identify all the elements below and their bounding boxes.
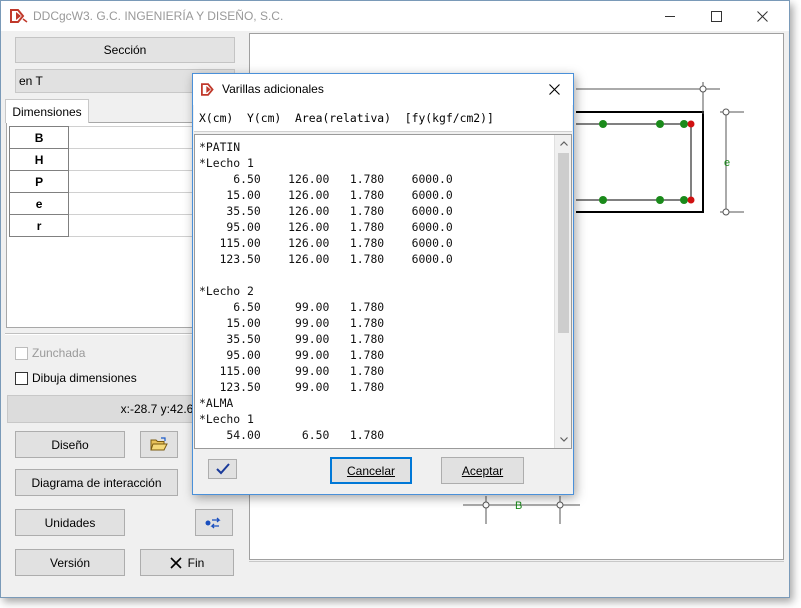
dialog-title-bar: Varillas adicionales xyxy=(193,74,573,105)
text-line: 6.50 99.00 1.780 xyxy=(199,300,385,314)
window-title: DDCgcW3. G.C. INGENIERÍA Y DISEÑO, S.C. xyxy=(33,9,284,23)
checkbox-box xyxy=(15,346,28,360)
scroll-up-button[interactable] xyxy=(555,135,571,152)
title-bar: DDCgcW3. G.C. INGENIERÍA Y DISEÑO, S.C. xyxy=(1,1,789,31)
fin-label: Fin xyxy=(187,555,205,570)
fin-button[interactable]: Fin xyxy=(140,549,234,576)
text-line: 6.50 126.00 1.780 6000.0 xyxy=(199,172,453,186)
maximize-icon xyxy=(710,10,722,22)
version-button[interactable]: Versión xyxy=(15,549,125,576)
text-line xyxy=(199,267,453,283)
text-line: *Lecho 2 xyxy=(199,284,254,298)
checkmark-icon xyxy=(215,463,230,475)
dim-key-p: P xyxy=(8,170,70,193)
text-line: *ALMA xyxy=(199,396,234,410)
dialog-title: Varillas adicionales xyxy=(222,82,324,96)
text-line: *Lecho 1 xyxy=(199,412,254,426)
cancel-label: Cancelar xyxy=(346,463,396,478)
dim-key-h: H xyxy=(8,148,70,171)
rebar-markers xyxy=(599,120,695,204)
accept-label: Aceptar xyxy=(461,463,504,478)
bars-text-editor[interactable]: *PATIN *Lecho 1 6.50 126.00 1.780 6000.0 … xyxy=(194,134,572,449)
text-line: 123.50 126.00 1.780 6000.0 xyxy=(199,252,453,266)
app-logo-icon xyxy=(10,9,28,23)
check-button[interactable] xyxy=(208,459,237,479)
scroll-down-button[interactable] xyxy=(555,431,571,448)
dim-key-b: B xyxy=(8,126,70,149)
text-line: 123.50 99.00 1.780 xyxy=(199,380,385,394)
maximize-button[interactable] xyxy=(693,1,739,31)
zunchada-label: Zunchada xyxy=(32,346,86,360)
column-header: X(cm) Y(cm) Area(relativa) [fy(kgf/cm2)] xyxy=(194,105,572,132)
bars-text-content: *PATIN *Lecho 1 6.50 126.00 1.780 6000.0 … xyxy=(199,139,453,443)
text-line: 95.00 126.00 1.780 6000.0 xyxy=(199,220,453,234)
dimension-label-b: B xyxy=(515,500,522,512)
close-button[interactable] xyxy=(739,1,785,31)
zunchada-checkbox[interactable]: Zunchada xyxy=(15,346,85,360)
transfer-button[interactable] xyxy=(195,509,233,536)
diagrama-interaccion-button[interactable]: Diagrama de interacción xyxy=(15,469,178,496)
additional-bars-dialog: Varillas adicionales X(cm) Y(cm) Area(re… xyxy=(192,73,574,495)
chevron-down-icon xyxy=(559,437,568,442)
text-line: 35.50 126.00 1.780 6000.0 xyxy=(199,204,453,218)
tab-dimensions[interactable]: Dimensiones xyxy=(5,99,89,123)
text-line: 35.50 99.00 1.780 xyxy=(199,332,385,346)
draw-dimensions-label: Dibuja dimensiones xyxy=(32,371,137,385)
text-line: *PATIN xyxy=(199,140,241,154)
diseno-button[interactable]: Diseño xyxy=(15,431,125,458)
reinforcement-lines xyxy=(576,123,692,201)
text-line: 115.00 99.00 1.780 xyxy=(199,364,385,378)
text-line: 115.00 126.00 1.780 6000.0 xyxy=(199,236,453,250)
dim-key-r: r xyxy=(8,214,70,237)
open-file-button[interactable] xyxy=(140,431,178,458)
cancel-button[interactable]: Cancelar xyxy=(330,457,412,484)
scrollbar-thumb[interactable] xyxy=(558,153,569,333)
text-line: 15.00 126.00 1.780 6000.0 xyxy=(199,188,453,202)
dialog-close-button[interactable] xyxy=(541,77,567,101)
dimension-label-e: e xyxy=(724,157,730,169)
section-header: Sección xyxy=(15,37,235,63)
minimize-icon xyxy=(664,15,675,17)
text-line: 95.00 99.00 1.780 xyxy=(199,348,385,362)
accept-button[interactable]: Aceptar xyxy=(441,457,524,484)
text-line: 54.00 6.50 1.780 xyxy=(199,428,385,442)
transfer-arrows-icon xyxy=(205,517,221,528)
checkbox-box xyxy=(15,371,28,385)
dim-key-e: e xyxy=(8,192,70,215)
chevron-up-icon xyxy=(559,141,568,146)
text-line: *Lecho 1 xyxy=(199,156,254,170)
folder-open-icon xyxy=(150,437,168,451)
minimize-button[interactable] xyxy=(647,1,693,31)
text-line: 15.00 99.00 1.780 xyxy=(199,316,385,330)
unidades-button[interactable]: Unidades xyxy=(15,509,125,536)
vertical-scrollbar[interactable] xyxy=(554,135,571,448)
app-logo-icon xyxy=(201,83,214,96)
status-bar xyxy=(249,561,784,591)
close-icon xyxy=(756,10,768,22)
draw-dimensions-checkbox[interactable]: Dibuja dimensiones xyxy=(15,371,137,385)
x-icon xyxy=(170,556,182,569)
close-icon xyxy=(548,83,560,95)
